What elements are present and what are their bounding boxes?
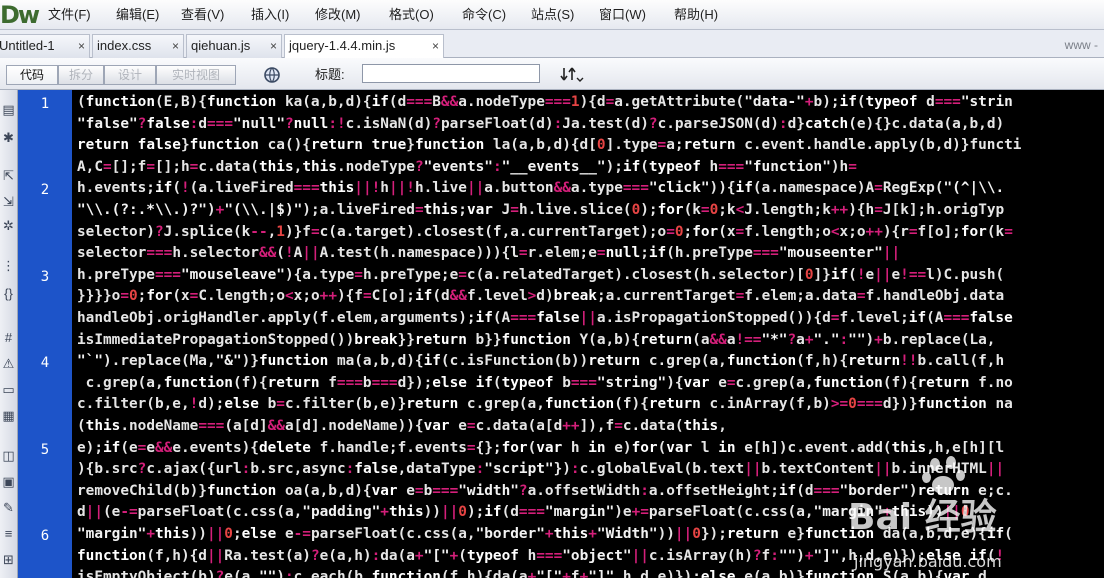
menu-modify[interactable]: 修改(M) bbox=[315, 0, 361, 30]
close-icon[interactable]: × bbox=[270, 35, 277, 57]
menu-site[interactable]: 站点(S) bbox=[531, 0, 574, 30]
menu-window[interactable]: 窗口(W) bbox=[599, 0, 646, 30]
document-toolbar: 代码 拆分 设计 实时视图 标题: bbox=[0, 58, 1104, 90]
tab-label: Untitled-1 bbox=[0, 38, 55, 53]
menu-bar: Dw 文件(F) 编辑(E) 查看(V) 插入(I) 修改(M) 格式(O) 命… bbox=[0, 0, 1104, 30]
code-line: handleObj.origHandler.apply(f.elem,argum… bbox=[77, 310, 1013, 326]
code-line: e);if(e=e&&e.events){delete f.handle;f.e… bbox=[77, 439, 1005, 456]
file-management-icon[interactable] bbox=[560, 64, 584, 84]
code-line: d||(e-=parseFloat(c.css(a,"padding"+this… bbox=[77, 504, 970, 521]
design-view-button[interactable]: 设计 bbox=[104, 65, 156, 85]
code-line: "\\.(?:.*\\.)?")+"(\\.|$)");a.liveFired=… bbox=[77, 202, 1005, 218]
dreamweaver-logo: Dw bbox=[0, 1, 40, 29]
title-input[interactable] bbox=[362, 64, 540, 83]
close-icon[interactable]: × bbox=[78, 35, 85, 57]
line-number: 6 bbox=[40, 528, 50, 544]
close-icon[interactable]: × bbox=[432, 35, 439, 57]
menu-format[interactable]: 格式(O) bbox=[389, 0, 434, 30]
split-view-button[interactable]: 拆分 bbox=[58, 65, 104, 85]
line-numbers-icon[interactable]: # bbox=[1, 330, 16, 345]
code-line: }}}}o=0;for(x=C.length;o<x;o++){f=C[o];i… bbox=[77, 288, 1005, 305]
line-number: 2 bbox=[40, 182, 50, 198]
line-number-gutter: 1 2 3 4 5 6 bbox=[18, 90, 72, 578]
code-line: isImmediatePropagationStopped())break}}r… bbox=[77, 331, 996, 348]
line-number: 3 bbox=[40, 269, 50, 285]
code-line: (function(E,B){function ka(a,b,d){if(d==… bbox=[77, 94, 1013, 110]
collapse-tag-icon[interactable]: ⇱ bbox=[1, 168, 16, 183]
menu-help[interactable]: 帮助(H) bbox=[674, 0, 718, 30]
code-line: function(f,h){d||Ra.test(a)?e(a,h):da(a+… bbox=[77, 547, 1005, 564]
remove-comment-icon[interactable]: ▦ bbox=[1, 408, 16, 423]
wrap-tag-icon[interactable]: ◫ bbox=[1, 448, 16, 463]
code-line: "false"?false:d==="null"?null:!c.isNaN(d… bbox=[77, 115, 1005, 132]
code-line: (this.nodeName===(a[d]&&a[d].nodeName)){… bbox=[77, 418, 727, 434]
menu-file[interactable]: 文件(F) bbox=[48, 0, 91, 30]
code-line: A,C=[];f=[];h=c.data(this,this.nodeType?… bbox=[77, 158, 857, 175]
balance-braces-icon[interactable]: {} bbox=[1, 286, 16, 301]
apply-comment-icon[interactable]: ▭ bbox=[1, 382, 16, 397]
tab-label: jquery-1.4.4.min.js bbox=[289, 38, 396, 53]
line-number: 4 bbox=[40, 355, 50, 371]
line-number: 1 bbox=[40, 96, 50, 112]
recent-snippets-icon[interactable]: ▣ bbox=[1, 474, 16, 489]
code-line: removeChild(b)}function oa(a,b,d){var e=… bbox=[77, 482, 1013, 499]
menu-edit[interactable]: 编辑(E) bbox=[116, 0, 159, 30]
live-view-button[interactable]: 实时视图 bbox=[156, 65, 236, 85]
document-tab-strip: Untitled-1 × index.css × qiehuan.js × jq… bbox=[0, 30, 1104, 58]
code-editor[interactable]: (function(E,B){function ka(a,b,d){if(d==… bbox=[72, 90, 1104, 578]
move-css-icon[interactable]: ✎ bbox=[1, 500, 16, 515]
title-label: 标题: bbox=[315, 67, 345, 82]
menu-commands[interactable]: 命令(C) bbox=[462, 0, 506, 30]
code-line: h.preType==="mouseleave"){a.type=h.preTy… bbox=[77, 266, 1005, 283]
code-line: c.filter(b,e,!d);else b=c.filter(b,e)}re… bbox=[77, 396, 1013, 413]
tab-qiehuan-js[interactable]: qiehuan.js × bbox=[186, 34, 282, 58]
code-line: h.events;if(!(a.liveFired===this||!h||!h… bbox=[77, 180, 1005, 197]
line-number: 5 bbox=[40, 442, 50, 458]
indent-code-icon[interactable]: ≡ bbox=[1, 526, 16, 541]
code-line: selector===h.selector&&(!A||A.test(h.nam… bbox=[77, 245, 901, 262]
highlight-invalid-icon[interactable]: ⚠ bbox=[1, 356, 16, 371]
expand-all-icon[interactable]: ✲ bbox=[1, 218, 16, 233]
select-parent-tag-icon[interactable]: ⋮ bbox=[1, 258, 16, 273]
show-code-navigator-icon[interactable]: ✱ bbox=[1, 130, 16, 145]
format-source-icon[interactable]: ⊞ bbox=[1, 552, 16, 567]
code-line: "margin"+this))||0;else e-=parseFloat(c.… bbox=[77, 526, 1013, 542]
collapse-selection-icon[interactable]: ⇲ bbox=[1, 194, 16, 209]
code-line: selector)?J.splice(k--,1)}f=c(a.target).… bbox=[77, 223, 1013, 240]
menu-insert[interactable]: 插入(I) bbox=[251, 0, 289, 30]
tab-untitled-1[interactable]: Untitled-1 × bbox=[0, 34, 90, 58]
close-icon[interactable]: × bbox=[172, 35, 179, 57]
code-view-button[interactable]: 代码 bbox=[6, 65, 58, 85]
code-line: ){b.src?c.ajax({url:b.src,async:false,da… bbox=[77, 461, 1005, 478]
open-documents-icon[interactable]: ▤ bbox=[1, 102, 16, 117]
tab-label: qiehuan.js bbox=[191, 38, 251, 53]
globe-icon[interactable] bbox=[262, 65, 282, 85]
coding-toolbar: ▤ ✱ ⇱ ⇲ ✲ ⋮ {} # ⚠ ▭ ▦ ◫ ▣ ✎ ≡ ⊞ bbox=[0, 90, 18, 578]
code-line: isEmptyObject(b)?e(a,""):c.each(b,functi… bbox=[77, 569, 987, 578]
tab-index-css[interactable]: index.css × bbox=[92, 34, 184, 58]
menu-view[interactable]: 查看(V) bbox=[181, 0, 224, 30]
tab-jquery-min-js[interactable]: jquery-1.4.4.min.js × bbox=[284, 34, 444, 58]
tab-label: index.css bbox=[97, 38, 152, 53]
code-line: "`").replace(Ma,"&")}function ma(a,b,d){… bbox=[77, 353, 1005, 370]
tabstrip-right-text: www - bbox=[1064, 38, 1098, 52]
code-line: return false}function ca(){return true}f… bbox=[77, 137, 1022, 154]
code-line: c.grep(a,function(f){return f===b===d});… bbox=[77, 374, 1013, 391]
